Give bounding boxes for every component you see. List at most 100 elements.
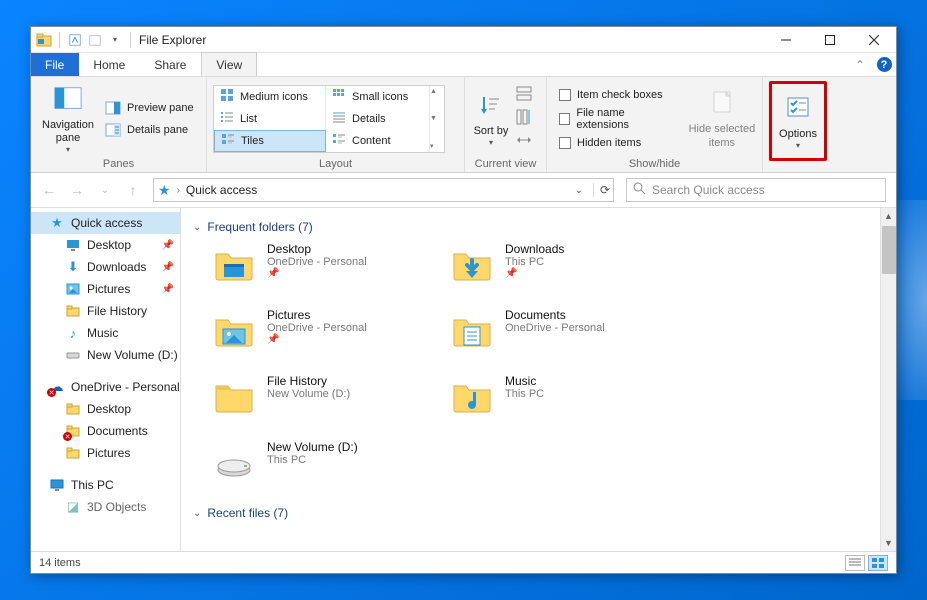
tile-name: Music (505, 374, 544, 388)
scroll-up-arrow[interactable]: ▲ (881, 208, 896, 224)
layout-list[interactable]: List (214, 108, 326, 130)
tree-onedrive[interactable]: ☁OneDrive - Personal (31, 376, 180, 398)
tile-location: This PC (505, 256, 564, 268)
music-icon: ♪ (65, 325, 81, 341)
pin-icon: 📌 (505, 268, 564, 279)
search-box[interactable]: Search Quick access (626, 178, 886, 202)
documents-icon (449, 308, 495, 354)
tile-location: This PC (267, 454, 358, 466)
tile-name: Pictures (267, 308, 367, 322)
qat-dropdown-icon[interactable]: ▾ (106, 31, 124, 49)
layout-scroll-up[interactable]: ▲ (430, 88, 444, 95)
hidden-items-toggle[interactable]: Hidden items (553, 132, 680, 154)
layout-tiles[interactable]: Tiles (214, 130, 326, 152)
hide-selected-items-button[interactable]: Hide selected items (688, 83, 756, 155)
close-button[interactable] (852, 27, 896, 53)
up-button[interactable]: ↑ (125, 182, 141, 198)
tree-quick-access[interactable]: ★Quick access (31, 212, 180, 234)
options-button[interactable]: Options ▾ (773, 85, 823, 157)
frequent-folders-header[interactable]: ⌄ Frequent folders (7) (193, 216, 884, 242)
item-check-boxes-toggle[interactable]: Item check boxes (553, 84, 680, 106)
folder-tile[interactable]: New Volume (D:)This PC (211, 440, 441, 496)
options-icon (782, 92, 814, 124)
checkbox-icon (559, 137, 571, 149)
tree-item-3d-objects[interactable]: ◪3D Objects (31, 496, 180, 518)
layout-content[interactable]: Content (326, 130, 430, 152)
tab-file[interactable]: File (31, 53, 79, 76)
this-pc-icon (49, 477, 65, 493)
layout-medium-icons[interactable]: Medium icons (214, 86, 326, 108)
navigation-pane-button[interactable]: Navigation pane ▾ (37, 83, 99, 155)
tree-item-new-volume[interactable]: New Volume (D:) (31, 344, 180, 366)
maximize-button[interactable] (808, 27, 852, 53)
pin-icon: 📌 (267, 334, 367, 345)
layout-small-icons[interactable]: Small icons (326, 86, 430, 108)
tree-item-desktop[interactable]: Desktop📌 (31, 234, 180, 256)
back-button[interactable]: ← (41, 182, 57, 198)
qat-properties-icon[interactable] (66, 31, 84, 49)
content-icon (332, 132, 346, 149)
folder-icon (65, 401, 81, 417)
address-history-dropdown[interactable]: ⌄ (571, 185, 587, 196)
details-view-button[interactable] (845, 555, 865, 571)
refresh-button[interactable]: ⟳ (593, 183, 609, 197)
tree-item-downloads[interactable]: ⬇Downloads📌 (31, 256, 180, 278)
vertical-scrollbar[interactable]: ▲ ▼ (880, 208, 896, 551)
desktop-icon (211, 242, 257, 288)
tree-item-pictures[interactable]: Pictures📌 (31, 278, 180, 300)
hide-selected-icon (706, 87, 738, 119)
layout-details[interactable]: Details (326, 108, 430, 130)
folder-tile[interactable]: PicturesOneDrive - Personal📌 (211, 308, 441, 364)
folder-tile[interactable]: File HistoryNew Volume (D:) (211, 374, 441, 430)
tab-share[interactable]: Share (140, 53, 201, 76)
tab-home[interactable]: Home (79, 53, 140, 76)
folder-icon (65, 303, 81, 319)
layout-more[interactable]: ▾ (430, 142, 444, 150)
medium-icons-icon (220, 88, 234, 105)
3d-objects-icon: ◪ (65, 499, 81, 515)
layout-gallery[interactable]: Medium icons Small icons ▲ ▼ ▾ List Detail… (213, 85, 445, 153)
quick-access-star-icon: ★ (158, 182, 171, 199)
folder-tile[interactable]: DocumentsOneDrive - Personal (449, 308, 679, 364)
details-pane-button[interactable]: Details pane (99, 119, 200, 141)
tree-this-pc[interactable]: This PC (31, 474, 180, 496)
forward-button[interactable]: → (69, 182, 85, 198)
navigation-tree: ★Quick access Desktop📌 ⬇Downloads📌 Pictu… (31, 208, 181, 551)
size-columns-icon[interactable] (515, 131, 533, 152)
file-name-extensions-toggle[interactable]: File name extensions (553, 108, 680, 130)
minimize-button[interactable] (764, 27, 808, 53)
help-button[interactable]: ? (872, 53, 896, 76)
qat-new-folder-icon[interactable] (86, 31, 104, 49)
tiles-view-button[interactable] (868, 555, 888, 571)
collapse-ribbon-button[interactable]: ⌃ (848, 53, 872, 76)
checkbox-icon (559, 113, 570, 125)
folder-tile[interactable]: DesktopOneDrive - Personal📌 (211, 242, 441, 298)
tab-view[interactable]: View (201, 52, 257, 76)
small-icons-icon (332, 88, 346, 105)
scroll-thumb[interactable] (882, 226, 896, 274)
recent-locations-button[interactable]: ⌄ (97, 185, 113, 196)
search-icon (633, 182, 646, 198)
preview-pane-button[interactable]: Preview pane (99, 97, 200, 119)
folder-tile[interactable]: MusicThis PC (449, 374, 679, 430)
music-icon (449, 374, 495, 420)
layout-scroll-down[interactable]: ▼ (430, 115, 444, 122)
address-bar[interactable]: ★ › Quick access ⌄ ⟳ (153, 178, 614, 202)
app-icon (35, 31, 53, 49)
add-columns-icon[interactable] (515, 108, 533, 129)
tiles-icon (221, 132, 235, 149)
scroll-down-arrow[interactable]: ▼ (881, 535, 896, 551)
tree-item-od-documents[interactable]: Documents (31, 420, 180, 442)
tile-location: OneDrive - Personal (505, 322, 605, 334)
address-path: Quick access (186, 183, 565, 197)
tree-item-od-pictures[interactable]: Pictures (31, 442, 180, 464)
tree-item-file-history[interactable]: File History (31, 300, 180, 322)
tree-item-od-desktop[interactable]: Desktop (31, 398, 180, 420)
sort-by-button[interactable]: Sort by ▾ (471, 83, 511, 155)
recent-files-header[interactable]: ⌄ Recent files (7) (193, 502, 884, 528)
folder-tile[interactable]: DownloadsThis PC📌 (449, 242, 679, 298)
group-by-icon[interactable] (515, 85, 533, 106)
navigation-pane-icon (52, 83, 84, 115)
ribbon-group-options: Options ▾ (763, 77, 833, 172)
tree-item-music[interactable]: ♪Music (31, 322, 180, 344)
